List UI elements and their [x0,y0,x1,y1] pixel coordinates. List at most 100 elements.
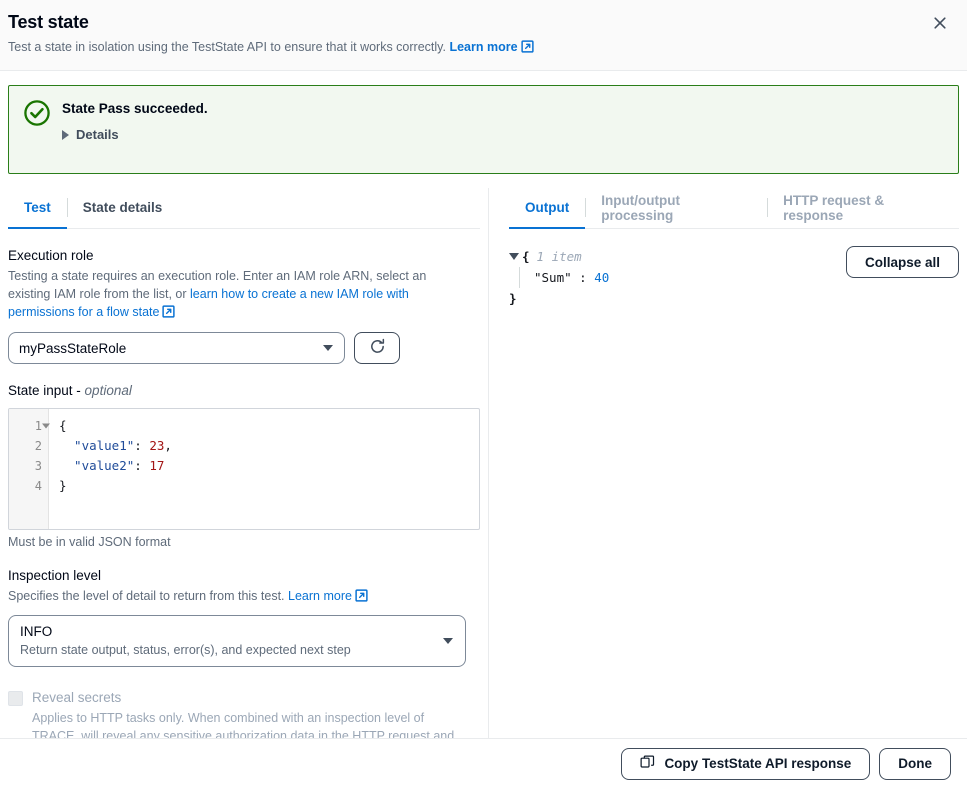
code-token: 23 [149,438,164,453]
inspection-level-description: Specifies the level of detail to return … [8,587,470,607]
reveal-secrets-description: Applies to HTTP tasks only. When combine… [32,709,472,738]
details-label: Details [76,127,119,142]
json-close-row: } [509,288,609,309]
close-button[interactable] [925,8,955,38]
done-button[interactable]: Done [879,748,951,780]
json-root-row: { 1 item [509,246,609,267]
json-value: 40 [594,267,609,288]
reveal-secrets-description-text: Applies to HTTP tasks only. When combine… [32,711,454,738]
inspection-level-select[interactable]: INFO Return state output, status, error(… [8,615,466,667]
state-input-optional-tag: optional [85,383,132,398]
editor-gutter: 1 2 3 4 [9,409,49,529]
tab-http-request-response[interactable]: HTTP request & response [767,188,959,229]
code-token: } [59,478,67,493]
status-prefix: State [62,101,99,116]
state-input-label: State input - optional [8,382,480,400]
code-token: "value1" [59,438,134,453]
page-title: Test state [8,10,951,34]
inspection-level-description-text: Specifies the level of detail to return … [8,589,285,603]
left-pane: Test State details Execution role Testin… [8,188,480,738]
close-icon [932,15,948,31]
refresh-icon [369,338,386,358]
reveal-secrets-checkbox[interactable] [8,691,23,706]
status-banner-body: State Pass succeeded. Details [62,98,208,159]
dialog-header: Test state Test a state in isolation usi… [0,0,967,71]
execution-role-selected-value: myPassStateRole [19,341,126,356]
copy-teststate-api-response-button[interactable]: Copy TestState API response [621,748,870,780]
editor-line-number: 4 [9,476,48,496]
dialog-body: State Pass succeeded. Details Test State… [0,71,967,738]
state-input-editor[interactable]: 1 2 3 4 { "value1": 23, "value2": 17} [8,408,480,530]
header-learn-more-link[interactable]: Learn more [449,40,517,54]
code-token: 17 [149,458,164,473]
json-colon: : [572,267,595,288]
dialog-footer: Copy TestState API response Done [0,738,967,788]
tab-state-details[interactable]: State details [67,188,179,229]
code-token: , [164,438,172,453]
details-disclosure-toggle[interactable]: Details [62,127,119,142]
code-token: : [134,458,149,473]
status-suffix: succeeded. [130,101,207,116]
fold-arrow-icon[interactable] [42,424,50,429]
output-json-viewer: { 1 item "Sum" : 40 } [509,246,609,309]
tab-output[interactable]: Output [509,188,585,229]
right-pane: Output Input/output processing HTTP requ… [489,188,959,738]
test-state-dialog: Test state Test a state in isolation usi… [0,0,967,788]
status-message: State Pass succeeded. [62,100,208,118]
chevron-right-icon [62,130,69,140]
tab-test-label: Test [24,200,51,215]
editor-code-area[interactable]: { "value1": 23, "value2": 17} [49,409,479,529]
line-number-text: 2 [35,439,42,453]
editor-line-number: 2 [9,436,48,456]
tab-output-label: Output [525,200,569,215]
editor-code-line: } [59,476,479,496]
left-tab-bar: Test State details [8,188,480,229]
inspection-level-selected-value: INFO [20,622,431,641]
json-item-count: 1 item [537,246,582,267]
state-input-label-text: State input - [8,383,85,398]
execution-role-controls: myPassStateRole [8,332,480,364]
execution-role-label: Execution role [8,247,480,265]
tab-state-details-label: State details [83,200,163,215]
json-property-row: "Sum" : 40 [534,267,609,288]
content-panes: Test State details Execution role Testin… [8,188,959,738]
code-token: { [59,418,67,433]
tab-input-output-processing[interactable]: Input/output processing [585,188,767,229]
json-children: "Sum" : 40 [519,267,609,288]
external-link-icon [162,305,175,323]
code-token: : [134,438,149,453]
chevron-down-icon [443,638,453,644]
reveal-secrets-text: Reveal secrets Applies to HTTP tasks onl… [32,689,472,738]
dialog-subtitle-text: Test a state in isolation using the Test… [8,40,446,54]
tab-input-output-processing-label: Input/output processing [601,193,751,223]
line-number-text: 4 [35,479,42,493]
editor-line-number: 1 [9,416,48,436]
tab-test[interactable]: Test [8,188,67,229]
editor-code-line: { [59,416,479,436]
reveal-secrets-label: Reveal secrets [32,689,472,707]
inspection-level-field: Inspection level Specifies the level of … [8,567,480,667]
chevron-down-icon[interactable] [509,253,519,260]
copy-icon [640,755,655,773]
success-check-icon [23,99,51,159]
execution-role-description: Testing a state requires an execution ro… [8,267,470,323]
line-number-text: 1 [35,419,42,433]
state-input-hint: Must be in valid JSON format [8,535,480,549]
refresh-roles-button[interactable] [354,332,400,364]
execution-role-select[interactable]: myPassStateRole [8,332,345,364]
right-tab-bar: Output Input/output processing HTTP requ… [509,188,959,229]
copy-button-label: Copy TestState API response [664,756,851,771]
reveal-secrets-field: Reveal secrets Applies to HTTP tasks onl… [8,689,480,738]
json-key: "Sum" [534,267,572,288]
editor-code-line: "value2": 17 [59,456,479,476]
inspection-level-learn-more-link[interactable]: Learn more [288,589,352,603]
chevron-down-icon [323,345,333,351]
editor-line-number: 3 [9,456,48,476]
execution-role-field: Execution role Testing a state requires … [8,247,480,364]
external-link-icon [355,589,368,607]
json-close-brace: } [509,288,517,309]
collapse-all-button[interactable]: Collapse all [846,246,959,278]
dialog-subtitle: Test a state in isolation using the Test… [8,38,951,58]
inspection-level-label: Inspection level [8,567,480,585]
state-input-field: State input - optional 1 2 3 4 { "value1… [8,382,480,549]
